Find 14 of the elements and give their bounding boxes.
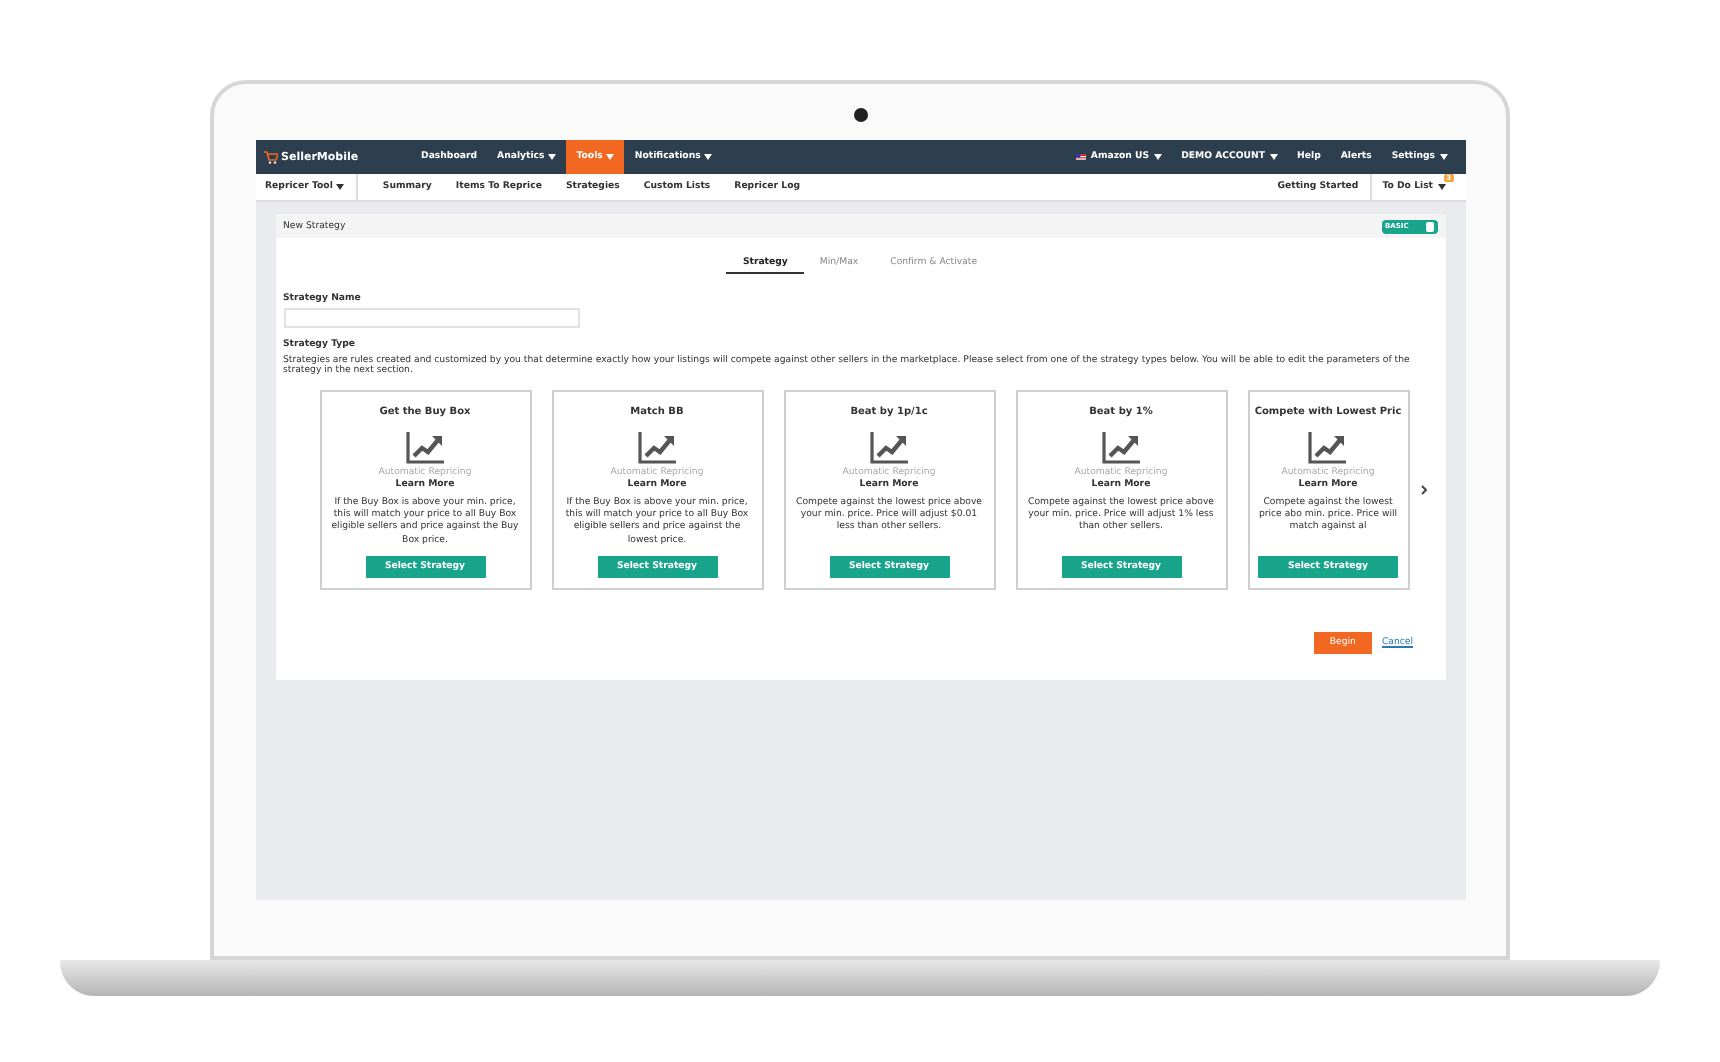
line-chart-icon [869, 430, 909, 464]
cart-icon [263, 150, 277, 164]
line-chart-icon [405, 430, 445, 464]
line-chart-icon [1308, 430, 1348, 464]
camera-dot [853, 108, 867, 122]
line-chart-icon [1101, 430, 1141, 464]
caret-icon [1439, 154, 1447, 160]
caret-icon [1269, 154, 1278, 160]
flag-icon [1076, 153, 1087, 161]
line-chart-icon [637, 430, 677, 464]
caret-icon [1437, 184, 1445, 190]
strategy-name-input[interactable] [283, 308, 579, 328]
caret-icon [1153, 154, 1162, 160]
caret-icon [336, 184, 345, 190]
